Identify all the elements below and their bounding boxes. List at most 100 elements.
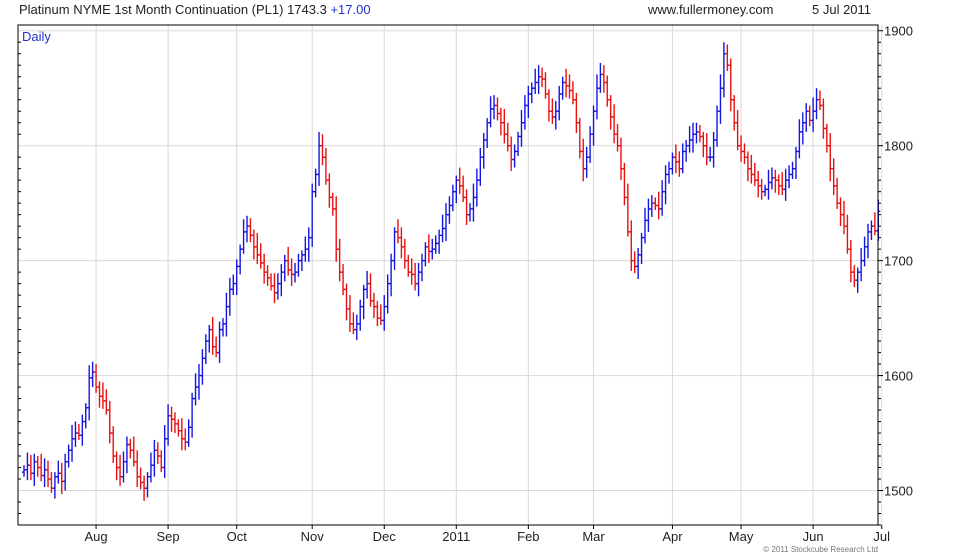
ohlc-bar [186, 419, 191, 447]
ohlc-bar [649, 195, 654, 217]
ohlc-bar [395, 219, 400, 244]
ohlc-bar [780, 172, 785, 196]
ohlc-bar [512, 144, 517, 168]
ohlc-bar [838, 197, 843, 227]
x-axis: Aug Sep Oct Nov Dec 2011 Feb Mar Apr May Jun Jul [84, 525, 890, 544]
ohlc-bar [557, 85, 562, 121]
ohlc-bar [351, 312, 356, 335]
ohlc-bars [22, 42, 881, 501]
ohlc-bar [540, 67, 545, 88]
ohlc-bar [821, 98, 826, 139]
ohlc-bar [196, 364, 201, 400]
ohlc-bar [739, 135, 744, 162]
ohlc-bar [759, 179, 764, 200]
x-tick-label: Jul [873, 529, 890, 544]
ohlc-bar [756, 170, 761, 198]
ohlc-bar [265, 265, 270, 286]
ohlc-bar [190, 392, 195, 438]
ohlc-bar [691, 122, 696, 153]
ohlc-bar [797, 119, 802, 159]
ohlc-bar [550, 98, 555, 124]
ohlc-bar [697, 125, 702, 143]
ohlc-bar [207, 325, 212, 353]
x-tick-label: Aug [84, 529, 107, 544]
ohlc-bar [464, 189, 469, 225]
ohlc-bar [337, 238, 342, 282]
ohlc-bar [279, 264, 284, 297]
ohlc-bar [32, 453, 37, 486]
ohlc-bar [708, 146, 713, 162]
ohlc-bar [673, 144, 678, 174]
plot-frame [17, 24, 879, 526]
ohlc-bar [399, 227, 404, 259]
ohlc-bar [646, 198, 651, 232]
ohlc-bar [179, 418, 184, 451]
y-tick-label: 1500 [884, 484, 913, 499]
ohlc-bar [327, 173, 332, 208]
ohlc-bar [773, 169, 778, 193]
ohlc-bar [608, 95, 613, 130]
ohlc-bar [800, 112, 805, 145]
ohlc-bar [97, 381, 102, 408]
ohlc-bar [100, 382, 105, 409]
ohlc-bar [509, 136, 514, 171]
ohlc-bar [769, 167, 774, 190]
ohlc-bar [35, 456, 40, 477]
ohlc-bar [831, 158, 836, 196]
ohlc-bar [416, 262, 421, 297]
ohlc-bar [409, 258, 414, 285]
ohlc-bar [80, 414, 85, 446]
ohlc-bar [358, 299, 363, 331]
ohlc-bar [594, 74, 599, 120]
ohlc-bar [735, 110, 740, 151]
ohlc-bar [183, 428, 188, 451]
ohlc-bar [766, 169, 771, 200]
ohlc-bar [581, 138, 586, 182]
y-tick-label: 1900 [884, 24, 913, 39]
ohlc-bar [481, 133, 486, 169]
ohlc-bar [73, 421, 78, 447]
ohlc-bar [656, 191, 661, 220]
ohlc-bar [776, 174, 781, 196]
ohlc-bar [763, 184, 768, 197]
ohlc-bar [169, 406, 174, 432]
ohlc-bar [138, 467, 143, 490]
ohlc-bar [162, 425, 167, 478]
ohlc-bar [107, 400, 112, 444]
ohlc-bar [718, 74, 723, 124]
ohlc-bar [382, 295, 387, 331]
ohlc-bar [841, 200, 846, 235]
ohlc-bar [684, 139, 689, 162]
ohlc-bar [251, 229, 256, 260]
ohlc-bar [317, 131, 322, 186]
ohlc-bar [255, 233, 260, 265]
ohlc-bar [354, 314, 359, 340]
ohlc-bar [258, 243, 263, 269]
ohlc-bar [389, 253, 394, 297]
ohlc-bar [601, 65, 606, 93]
x-tick-label: Sep [157, 529, 180, 544]
ohlc-bar [498, 107, 503, 136]
ohlc-bar [275, 273, 280, 300]
ohlc-bar [615, 123, 620, 152]
ohlc-bar [516, 131, 521, 157]
ohlc-bar [245, 215, 250, 243]
ohlc-bar [306, 227, 311, 262]
ohlc-bar [63, 453, 68, 491]
ohlc-bar [745, 151, 750, 182]
ohlc-bar [862, 236, 867, 267]
ohlc-bar [56, 460, 61, 484]
y-tick-label: 1600 [884, 369, 913, 384]
ohlc-bar [474, 168, 479, 207]
ohlc-bar [341, 264, 346, 296]
ohlc-bar [749, 154, 754, 184]
ohlc-bar [814, 88, 819, 120]
ohlc-bar [66, 444, 71, 468]
x-tick-label: Nov [301, 529, 325, 544]
ohlc-bar [694, 122, 699, 144]
ohlc-bar [152, 439, 157, 477]
ohlc-bar [344, 283, 349, 321]
ohlc-bar [680, 143, 685, 174]
ohlc-bar [519, 110, 524, 147]
ohlc-bar [423, 242, 428, 267]
